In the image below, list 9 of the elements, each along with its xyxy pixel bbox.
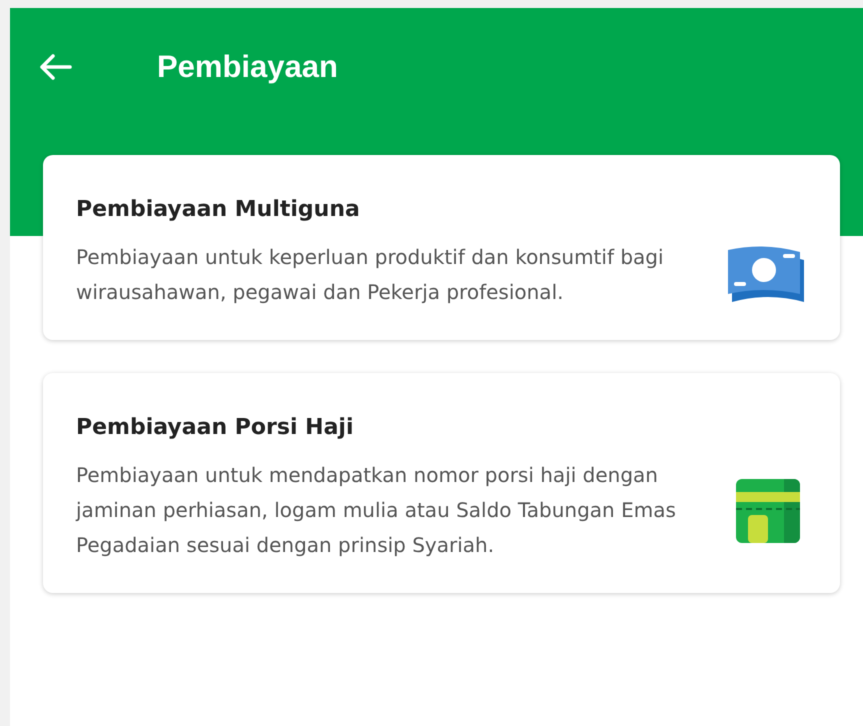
kaaba-icon xyxy=(734,476,802,544)
card-description: Pembiayaan untuk mendapatkan nomor porsi haji dengan jaminan perhiasan, logam mulia atau Saldo Tabungan Emas Pegadaian sesuai dengan prinsip Syariah. xyxy=(76,462,677,559)
card-title: Pembiayaan Multiguna xyxy=(76,197,361,222)
card-description: Pembiayaan untuk keperluan produktif dan konsumtif bagi wirausahawan, pegawai dan Pekerja profesional. xyxy=(76,244,665,306)
card-title: Pembiayaan Porsi Haji xyxy=(76,415,355,440)
page-title: Pembiayaan xyxy=(157,49,338,85)
back-arrow-icon[interactable] xyxy=(38,53,72,81)
product-card[interactable]: Pembiayaan Porsi Haji Pembiayaan untuk mendapatkan nomor porsi haji dengan jaminan perhiasan, logam mulia atau Saldo Tabungan Emas Pegadaian sesuai dengan prinsip Syariah. xyxy=(43,373,840,593)
product-card[interactable]: Pembiayaan Multiguna Pembiayaan untuk keperluan produktif dan konsumtif bagi wirausahawan, pegawai dan Pekerja profesional. xyxy=(43,155,840,340)
